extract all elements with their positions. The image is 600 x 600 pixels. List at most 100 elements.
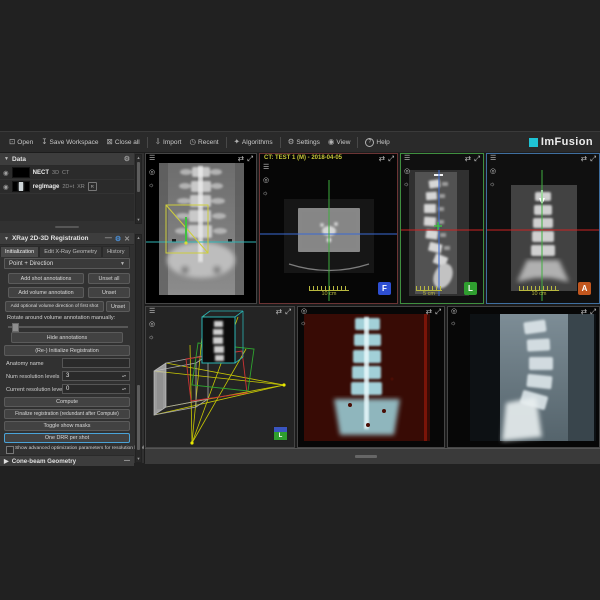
ct-axial-image — [260, 154, 397, 303]
viewport-menu-icon[interactable]: ☰ — [490, 155, 496, 162]
viewport-xray-lateral[interactable]: ◎ ☼ ⇄⤢ — [447, 306, 600, 448]
viewport-3d-scene[interactable]: ☰ ◎ ☼ ⇄⤢ L — [145, 306, 295, 448]
anatomy-name-input[interactable] — [62, 358, 130, 368]
focus-crosshair-icon[interactable]: ◎ — [149, 321, 155, 328]
num-resolution-levels-spinner[interactable]: 3 ▴▾ — [62, 371, 130, 381]
swap-views-icon[interactable]: ⇄ — [426, 308, 432, 316]
viewport-menu-icon[interactable]: ☰ — [263, 164, 269, 171]
viewport-ct-axial[interactable]: CT: TEST 1 (M) - 2018-04-05 ☰ ◎ ☼ ⇄⤢ 10 … — [259, 153, 398, 304]
close-icon[interactable]: ✕ — [124, 235, 130, 243]
brightness-icon[interactable]: ☼ — [148, 182, 154, 189]
maximize-view-icon[interactable]: ⤢ — [474, 155, 480, 163]
viewport-ct-coronal[interactable]: ☰ ◎ ☼ ⇄⤢ — [145, 153, 257, 304]
orientation-cube[interactable]: L — [273, 426, 288, 441]
spinner-arrows-icon[interactable]: ▴▾ — [122, 388, 126, 390]
focus-crosshair-icon[interactable]: ◎ — [404, 168, 410, 175]
scrollbar-thumb[interactable] — [137, 162, 140, 192]
import-button[interactable]: ⇩Import — [151, 136, 186, 148]
visibility-eye-icon[interactable]: ◉ — [3, 183, 9, 191]
advanced-parameters-checkbox[interactable] — [6, 446, 14, 454]
minimize-icon[interactable]: — — [105, 235, 112, 242]
close-all-button[interactable]: ⊠Close all — [103, 136, 144, 148]
data-item-regimage[interactable]: ◉ regImage 2D+t XR R — [0, 180, 134, 194]
ruler-label: 5 cm — [416, 291, 442, 297]
add-optional-direction-button[interactable]: Add optional volume direction of first s… — [5, 301, 104, 312]
brightness-icon[interactable]: ☼ — [148, 334, 154, 341]
spinner-arrows-icon[interactable]: ▴▾ — [122, 375, 126, 377]
maximize-view-icon[interactable]: ⤢ — [590, 308, 596, 316]
open-button[interactable]: ⊡Open — [5, 136, 37, 148]
focus-crosshair-icon[interactable]: ◎ — [149, 169, 155, 176]
data-item-nect[interactable]: ◉ NECT 3D CT — [0, 166, 134, 180]
swap-views-icon[interactable]: ⇄ — [465, 155, 471, 163]
swap-views-icon[interactable]: ⇄ — [276, 308, 282, 316]
initialize-registration-button[interactable]: (Re-) Initialize Registration — [4, 345, 130, 356]
swap-views-icon[interactable]: ⇄ — [581, 308, 587, 316]
maximize-view-icon[interactable]: ⤢ — [247, 155, 253, 163]
bottom-splitter-bar[interactable] — [145, 448, 600, 464]
brightness-icon[interactable]: ☼ — [262, 190, 268, 197]
toggle-show-masks-button[interactable]: Toggle show masks — [4, 421, 130, 431]
algorithms-button[interactable]: ✦Algorithms — [230, 136, 277, 148]
brightness-icon[interactable]: ☼ — [403, 181, 409, 188]
tab-history[interactable]: History — [102, 246, 129, 257]
view-button[interactable]: ◉View — [324, 136, 355, 148]
scroll-down-icon[interactable]: ▼ — [136, 456, 141, 462]
recent-button[interactable]: ◷Recent — [185, 136, 222, 148]
focus-crosshair-icon[interactable]: ◎ — [301, 308, 307, 315]
one-drr-per-shot-button[interactable]: One DRR per shot — [4, 433, 130, 443]
maximize-view-icon[interactable]: ⤢ — [435, 308, 441, 316]
slider-thumb[interactable] — [12, 323, 19, 332]
add-shot-annotations-button[interactable]: Add shot annotations — [8, 273, 84, 284]
add-volume-annotation-button[interactable]: Add volume annotation — [8, 287, 84, 298]
viewport-drr-fusion[interactable]: ◎ ☼ ⇄⤢ — [297, 306, 445, 448]
tab-edit-xray-geometry[interactable]: Edit X-Ray Geometry — [39, 246, 102, 257]
maximize-view-icon[interactable]: ⤢ — [590, 155, 596, 163]
panel-splitter-handle[interactable] — [55, 226, 79, 228]
hide-annotations-button[interactable]: Hide annotations — [11, 332, 123, 343]
visibility-eye-icon[interactable]: ◉ — [3, 169, 9, 177]
viewport-ct-sagittal[interactable]: ☰ ◎ ☼ ⇄⤢ 5 cm L — [400, 153, 484, 304]
viewport-menu-icon[interactable]: ☰ — [404, 155, 410, 162]
cone-beam-geometry-section[interactable]: ▶ Cone-beam Geometry — — [0, 455, 134, 466]
unset-optional-button[interactable]: Unset — [106, 301, 130, 312]
viewport-ct-coronal-2[interactable]: ☰ ◎ ☼ ⇄⤢ 10 cm A — [486, 153, 600, 304]
tab-initialization[interactable]: Initialization — [0, 246, 39, 257]
scrollbar-thumb[interactable] — [137, 385, 140, 450]
data-panel-scrollbar[interactable]: ▲ ▼ — [135, 154, 142, 224]
focus-crosshair-icon[interactable]: ◎ — [490, 168, 496, 175]
brightness-icon[interactable]: ☼ — [450, 320, 456, 327]
rotate-slider[interactable] — [8, 323, 128, 330]
help-button[interactable]: ?Help — [361, 136, 393, 149]
registration-panel-scrollbar[interactable]: ▲ ▼ — [135, 234, 142, 463]
unset-all-button[interactable]: Unset all — [88, 273, 130, 284]
swap-views-icon[interactable]: ⇄ — [581, 155, 587, 163]
swap-views-icon[interactable]: ⇄ — [379, 155, 385, 163]
maximize-view-icon[interactable]: ⤢ — [285, 308, 291, 316]
swap-views-icon[interactable]: ⇄ — [238, 155, 244, 163]
panel-settings-gear-icon[interactable]: ⚙ — [115, 235, 121, 243]
save-workspace-button[interactable]: ↧Save Workspace — [37, 136, 102, 148]
brightness-icon[interactable]: ☼ — [489, 181, 495, 188]
viewport-menu-icon[interactable]: ☰ — [149, 308, 155, 315]
viewport-menu-icon[interactable]: ☰ — [149, 155, 155, 162]
current-resolution-level-spinner[interactable]: 0 ▴▾ — [62, 384, 130, 394]
scroll-up-icon[interactable]: ▲ — [136, 235, 141, 241]
scroll-down-icon[interactable]: ▼ — [136, 217, 141, 223]
init-mode-dropdown[interactable]: Point + Direction ▼ — [4, 258, 130, 269]
data-panel-header[interactable]: ▼ Data ⚙ — [0, 153, 134, 166]
compute-button[interactable]: Compute — [4, 397, 130, 407]
brightness-icon[interactable]: ☼ — [300, 320, 306, 327]
minimize-icon[interactable]: — — [124, 458, 130, 464]
ct-coronal-image-2 — [487, 154, 599, 303]
unset-volume-button[interactable]: Unset — [88, 287, 130, 298]
focus-crosshair-icon[interactable]: ◎ — [263, 177, 269, 184]
splitter-grab-handle[interactable] — [355, 455, 377, 458]
registration-panel-header[interactable]: ▼ XRay 2D-3D Registration — ⚙ ✕ — [0, 233, 134, 245]
data-panel-gear-icon[interactable]: ⚙ — [124, 155, 130, 163]
focus-crosshair-icon[interactable]: ◎ — [451, 308, 457, 315]
maximize-view-icon[interactable]: ⤢ — [388, 155, 394, 163]
scroll-up-icon[interactable]: ▲ — [136, 155, 141, 161]
settings-button[interactable]: ⚙Settings — [284, 136, 324, 148]
finalize-registration-button[interactable]: Finalize registration (redundant after C… — [4, 409, 130, 419]
